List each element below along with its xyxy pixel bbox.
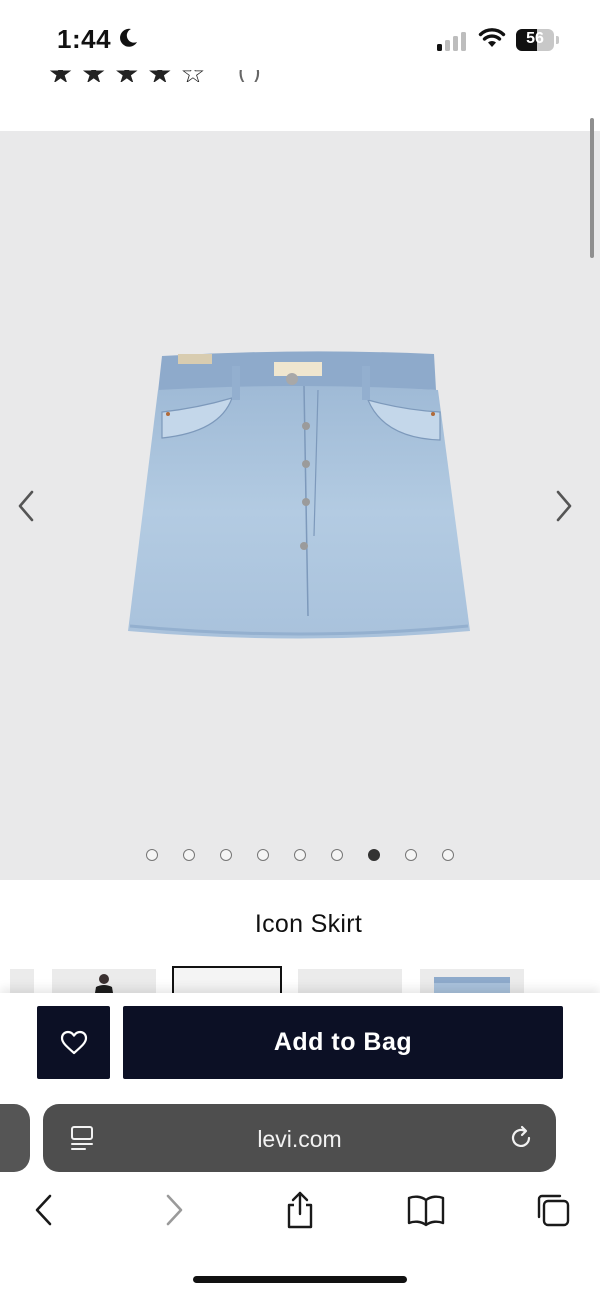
tabs-button[interactable]	[533, 1185, 573, 1235]
bookmarks-button[interactable]	[406, 1185, 446, 1235]
bookmarks-book-icon	[407, 1195, 445, 1227]
thumbnail-strip[interactable]	[0, 966, 600, 994]
browser-toolbar	[0, 1185, 600, 1245]
back-button[interactable]	[24, 1185, 64, 1235]
model-figure-icon	[94, 974, 114, 994]
next-image-chevron-icon[interactable]	[548, 486, 578, 526]
thumbnail-selected[interactable]	[172, 966, 282, 994]
forward-button[interactable]	[154, 1185, 194, 1235]
status-time: 1:44	[57, 24, 112, 54]
thumbnail[interactable]	[298, 969, 402, 994]
tabs-icon	[537, 1194, 570, 1227]
denim-thumbnail-icon	[434, 977, 510, 994]
reload-icon[interactable]	[507, 1124, 535, 1152]
share-icon	[287, 1191, 313, 1229]
gallery-dot[interactable]	[331, 849, 343, 861]
gallery-dot[interactable]	[146, 849, 158, 861]
gallery-pagination[interactable]	[146, 849, 454, 861]
share-button[interactable]	[280, 1185, 320, 1235]
add-to-bag-button[interactable]: Add to Bag	[123, 1006, 563, 1079]
address-bar[interactable]: levi.com	[43, 1104, 556, 1172]
heart-icon	[60, 1030, 87, 1054]
wifi-icon	[478, 28, 506, 47]
battery-icon: 56	[516, 29, 554, 51]
wishlist-button[interactable]	[37, 1006, 110, 1079]
cellular-signal-icon	[437, 31, 469, 51]
gallery-dot[interactable]	[442, 849, 454, 861]
thumbnail[interactable]	[52, 969, 156, 994]
gallery-dot[interactable]	[257, 849, 269, 861]
gallery-dot[interactable]	[368, 849, 380, 861]
gallery-dot[interactable]	[183, 849, 195, 861]
previous-image-chevron-icon[interactable]	[12, 486, 42, 526]
back-chevron-icon	[35, 1194, 52, 1226]
url-text: levi.com	[257, 1126, 342, 1152]
status-bar: 1:44 56	[0, 0, 600, 70]
page-scrollbar[interactable]	[590, 118, 594, 258]
product-title: Icon Skirt	[254, 910, 363, 938]
moon-icon	[120, 28, 137, 47]
home-indicator[interactable]	[193, 1276, 407, 1283]
thumbnail[interactable]	[420, 969, 524, 994]
product-gallery[interactable]	[0, 131, 600, 880]
gallery-dot[interactable]	[405, 849, 417, 861]
battery-level: 56	[526, 30, 544, 47]
forward-chevron-icon	[166, 1194, 183, 1226]
gallery-dot[interactable]	[294, 849, 306, 861]
product-image-denim-skirt	[128, 351, 470, 639]
thumbnail[interactable]	[10, 969, 34, 994]
gallery-dot[interactable]	[220, 849, 232, 861]
previous-tab-peek[interactable]	[0, 1104, 30, 1172]
